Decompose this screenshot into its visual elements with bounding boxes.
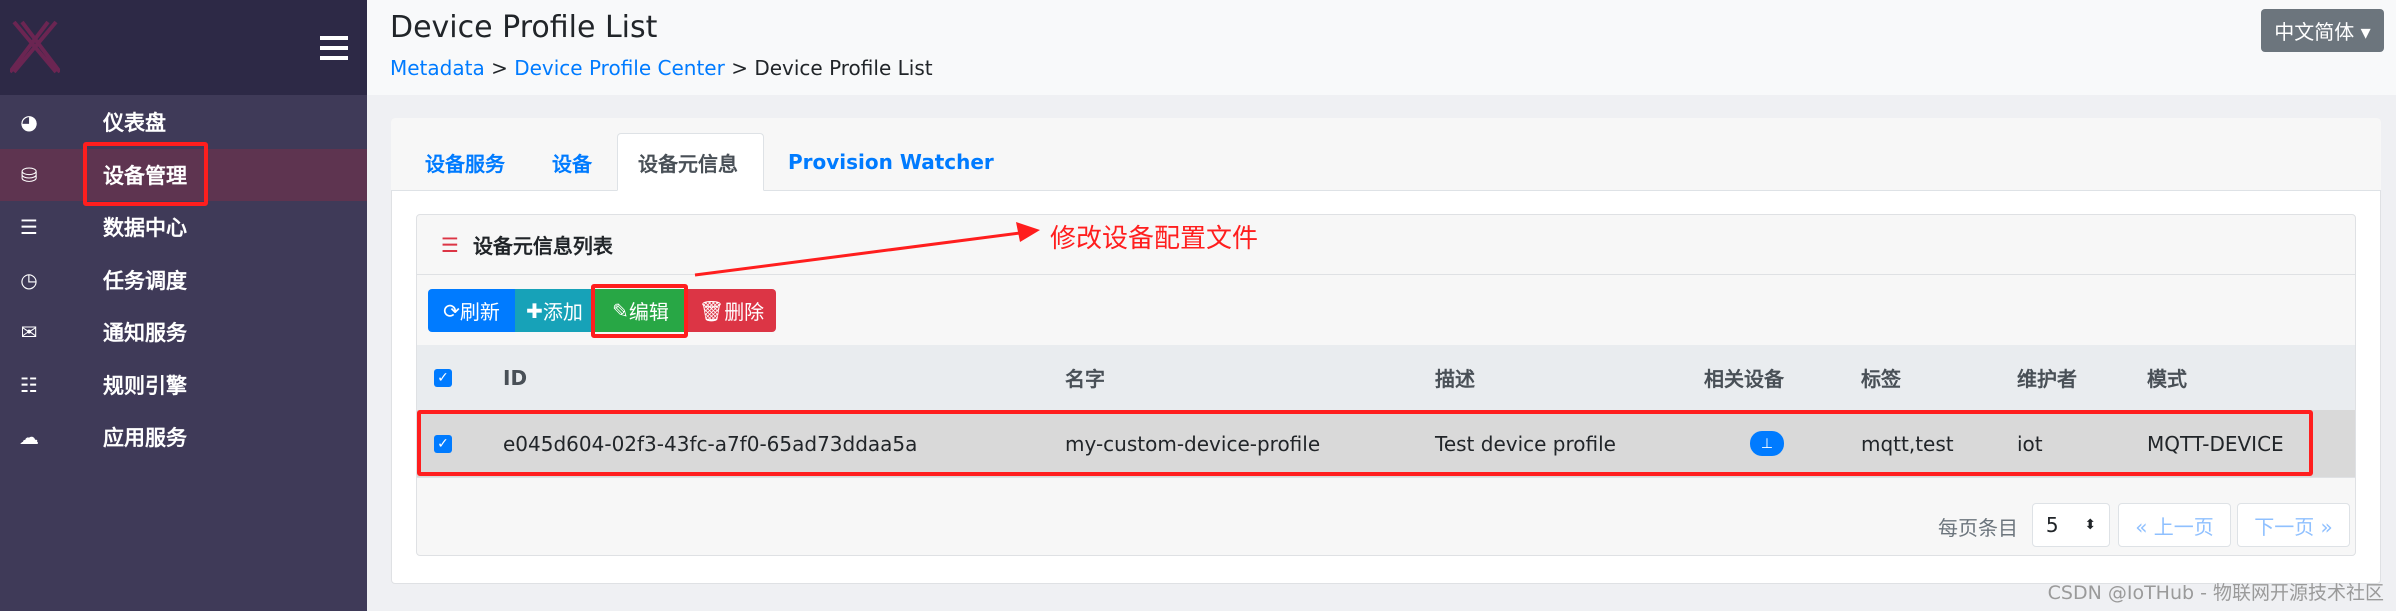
annotation-arrow	[694, 222, 1040, 277]
annotation-text: 修改设备配置文件	[1050, 224, 1259, 254]
watermark: CSDN @IoTHub - 物联网开源技术社区	[2047, 582, 2384, 604]
